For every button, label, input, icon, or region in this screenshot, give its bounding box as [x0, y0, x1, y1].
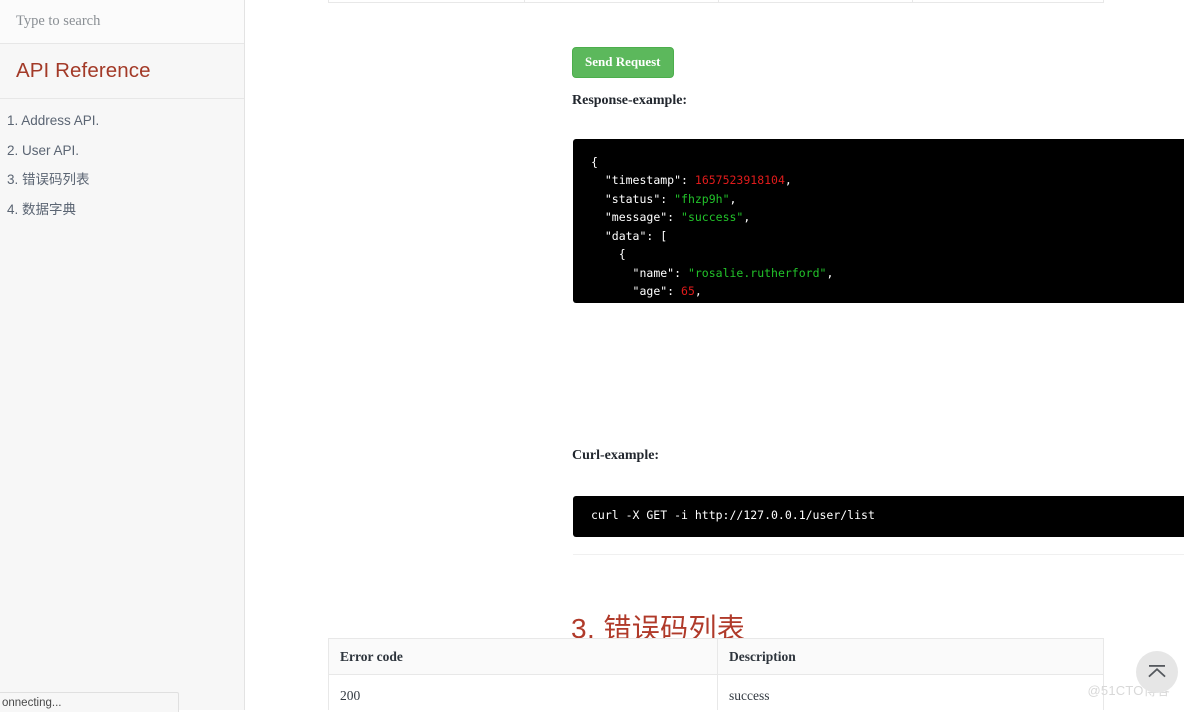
error-code-cell: 200 [328, 674, 718, 712]
curl-example-label: Curl-example: [572, 448, 660, 463]
code-token: "data" [604, 228, 647, 243]
sidebar-item-error-codes[interactable]: 3. 错误码列表 [0, 171, 244, 189]
curl-example-code: curl -X GET -i http://127.0.0.1/user/lis… [573, 495, 1184, 537]
sidebar-item-label[interactable]: 1. Address API. [7, 113, 99, 129]
code-token: { [618, 247, 626, 261]
code-token: : [ [646, 228, 668, 243]
response-example-label: Response-example: [572, 93, 688, 108]
code-token: : [681, 173, 695, 187]
sidebar-item-data-dictionary[interactable]: 4. 数据字典 [0, 201, 244, 219]
status-text: onnecting... [2, 696, 62, 709]
browser-status-bar: onnecting... [0, 692, 179, 712]
sidebar-item-label[interactable]: 4. 数据字典 [7, 202, 76, 218]
code-token: "timestamp" [604, 173, 682, 187]
code-token: , [729, 191, 737, 206]
code-token: : [660, 191, 675, 206]
code-token: "age" [632, 284, 668, 298]
sidebar-item-user-api[interactable]: 2. User API. [0, 142, 244, 160]
code-token: "fhzp9h" [674, 191, 730, 206]
table-header-row: Error code Description [328, 638, 1104, 675]
response-example-code: { "timestamp": 1657523918104, "status" : … [573, 138, 1184, 303]
sidebar-item-label[interactable]: 2. User API. [7, 143, 79, 159]
error-code-table: Error code Description 200 success [328, 638, 1104, 712]
error-code-table-container: Error code Description 200 success [245, 638, 1184, 712]
param-description-cell: zip code. [718, 0, 913, 3]
table-row: 200 success [328, 674, 1104, 712]
code-token: : [674, 265, 688, 280]
error-description-cell: success [717, 674, 1104, 712]
code-token: : [667, 210, 682, 224]
param-extra-cell: - [912, 0, 1104, 3]
code-token: 65 [681, 284, 695, 298]
code-token: : [667, 284, 682, 298]
section-divider [573, 554, 1184, 555]
api-reference-title: API Reference [16, 59, 151, 82]
request-params-table-container: └─zipcode string zip code. - [245, 0, 1184, 3]
sidebar-header: API Reference [0, 44, 244, 99]
code-token: "name" [632, 265, 675, 280]
table-row: └─zipcode string zip code. - [328, 0, 1104, 3]
sidebar-item-label[interactable]: 3. 错误码列表 [7, 172, 90, 188]
code-token: { [591, 154, 598, 169]
main-content: └─zipcode string zip code. - Send Reques… [245, 0, 1184, 712]
send-request-button[interactable]: Send Request [572, 47, 674, 78]
code-token: , [784, 173, 792, 187]
code-token: "rosalie.rutherford" [687, 265, 827, 280]
sidebar: API Reference 1. Address API. 2. User AP… [0, 0, 245, 712]
param-type-cell: string [524, 0, 719, 3]
code-token: "status" [604, 191, 661, 206]
scroll-to-top-button[interactable] [1136, 651, 1178, 693]
code-token: , [826, 265, 834, 280]
sidebar-item-address-api[interactable]: 1. Address API. [0, 112, 244, 130]
request-params-table: └─zipcode string zip code. - [328, 0, 1104, 3]
scroll-to-top-icon [1148, 665, 1166, 678]
sidebar-search-container[interactable] [0, 0, 244, 44]
code-token: "message" [604, 210, 668, 224]
param-name-cell: └─zipcode [328, 0, 525, 3]
page-root: API Reference 1. Address API. 2. User AP… [0, 0, 1184, 712]
column-header-description: Description [717, 638, 1104, 675]
code-token: , [743, 210, 751, 224]
sidebar-nav: 1. Address API. 2. User API. 3. 错误码列表 4.… [0, 99, 244, 219]
code-token: , [694, 284, 702, 298]
search-input[interactable] [16, 13, 228, 30]
code-token: "success" [681, 210, 744, 224]
code-token: 1657523918104 [694, 173, 785, 187]
column-header-error-code: Error code [328, 638, 718, 675]
